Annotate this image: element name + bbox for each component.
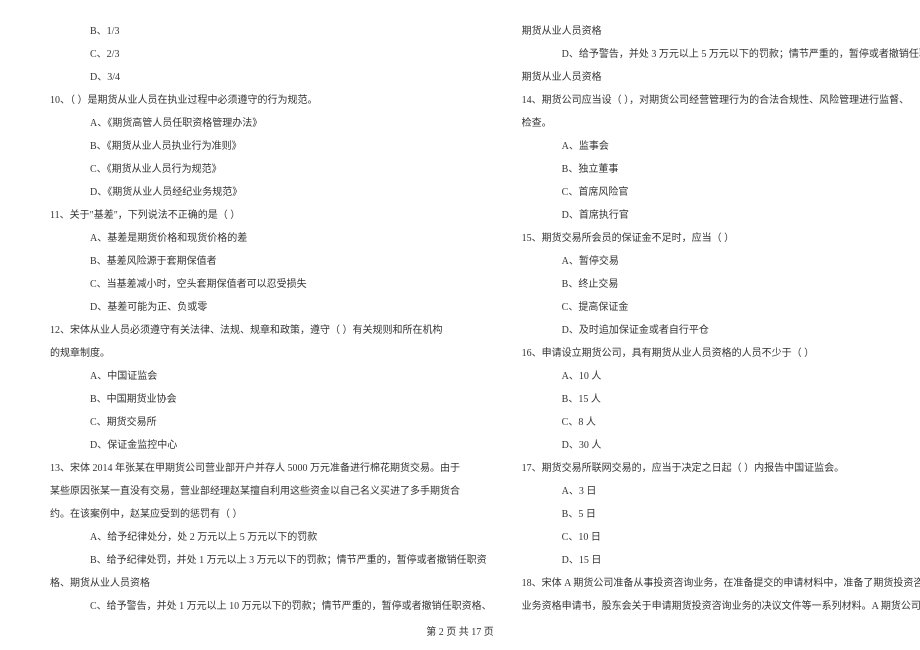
option-line: B、1/3 (50, 20, 492, 43)
question-line: 11、关于"基差"，下列说法不正确的是（ ） (50, 204, 492, 227)
option-line: C、10 日 (522, 526, 920, 549)
question-line: 15、期货交易所会员的保证金不足时，应当（ ） (522, 227, 920, 250)
option-line: D、及时追加保证金或者自行平仓 (522, 319, 920, 342)
page-footer: 第 2 页 共 17 页 (0, 623, 920, 638)
question-continuation: 某些原因张某一直没有交易，营业部经理赵某擅自利用这些资金以自己名义买进了多手期货… (50, 480, 492, 503)
option-line: C、给予警告，并处 1 万元以上 10 万元以下的罚款；情节严重的，暂停或者撤销… (50, 595, 492, 618)
option-line: A、基差是期货价格和现货价格的差 (50, 227, 492, 250)
option-line: C、2/3 (50, 43, 492, 66)
option-line: A、监事会 (522, 135, 920, 158)
option-line: A、10 人 (522, 365, 920, 388)
option-line: D、给予警告，并处 3 万元以上 5 万元以下的罚款；情节严重的，暂停或者撤销任… (522, 43, 920, 66)
option-line: B、《期货从业人员执业行为准则》 (50, 135, 492, 158)
option-line: A、中国证监会 (50, 365, 492, 388)
option-line: B、终止交易 (522, 273, 920, 296)
option-line: B、给予纪律处罚，并处 1 万元以上 3 万元以下的罚款；情节严重的，暂停或者撤… (50, 549, 492, 572)
option-line: D、《期货从业人员经纪业务规范》 (50, 181, 492, 204)
option-line: D、首席执行官 (522, 204, 920, 227)
option-continuation: 期货从业人员资格 (522, 66, 920, 89)
option-line: B、5 日 (522, 503, 920, 526)
option-line: B、中国期货业协会 (50, 388, 492, 411)
option-line: B、基差风险源于套期保值者 (50, 250, 492, 273)
question-line: 13、宋体 2014 年张某在甲期货公司营业部开户并存人 5000 万元准备进行… (50, 457, 492, 480)
option-line: C、提高保证金 (522, 296, 920, 319)
option-line: A、暂停交易 (522, 250, 920, 273)
option-line: C、8 人 (522, 411, 920, 434)
question-line: 10、（ ）是期货从业人员在执业过程中必须遵守的行为规范。 (50, 89, 492, 112)
question-line: 12、宋体从业人员必须遵守有关法律、法规、规章和政策，遵守（ ）有关规则和所在机… (50, 319, 492, 342)
option-line: C、《期货从业人员行为规范》 (50, 158, 492, 181)
left-column: B、1/3 C、2/3 D、3/4 10、（ ）是期货从业人员在执业过程中必须遵… (50, 20, 492, 610)
option-continuation: 格、期货从业人员资格 (50, 572, 492, 595)
option-line: C、首席风险官 (522, 181, 920, 204)
option-line: C、期货交易所 (50, 411, 492, 434)
option-line: D、保证金监控中心 (50, 434, 492, 457)
option-line: B、独立董事 (522, 158, 920, 181)
question-continuation: 检查。 (522, 112, 920, 135)
option-line: A、《期货高管人员任职资格管理办法》 (50, 112, 492, 135)
option-line: D、15 日 (522, 549, 920, 572)
question-line: 14、期货公司应当设（ ），对期货公司经营管理行为的合法合规性、风险管理进行监督… (522, 89, 920, 112)
option-line: D、3/4 (50, 66, 492, 89)
question-line: 17、期货交易所联网交易的，应当于决定之日起（ ）内报告中国证监会。 (522, 457, 920, 480)
question-continuation: 业务资格申请书，股东会关于申请期货投资咨询业务的决议文件等一系列材料。A 期货公… (522, 595, 920, 618)
option-line: A、给予纪律处分，处 2 万元以上 5 万元以下的罚款 (50, 526, 492, 549)
option-continuation: 期货从业人员资格 (522, 20, 920, 43)
document-columns: B、1/3 C、2/3 D、3/4 10、（ ）是期货从业人员在执业过程中必须遵… (50, 20, 870, 610)
question-line: 16、申请设立期货公司，具有期货从业人员资格的人员不少于（ ） (522, 342, 920, 365)
option-line: D、30 人 (522, 434, 920, 457)
option-line: D、基差可能为正、负或零 (50, 296, 492, 319)
question-continuation: 的规章制度。 (50, 342, 492, 365)
option-line: A、3 日 (522, 480, 920, 503)
right-column: 期货从业人员资格 D、给予警告，并处 3 万元以上 5 万元以下的罚款；情节严重… (522, 20, 920, 610)
question-continuation: 约。在该案例中，赵某应受到的惩罚有（ ） (50, 503, 492, 526)
question-line: 18、宋体 A 期货公司准备从事投资咨询业务，在准备提交的申请材料中，准备了期货… (522, 572, 920, 595)
option-line: B、15 人 (522, 388, 920, 411)
option-line: C、当基差减小时，空头套期保值者可以忍受损失 (50, 273, 492, 296)
